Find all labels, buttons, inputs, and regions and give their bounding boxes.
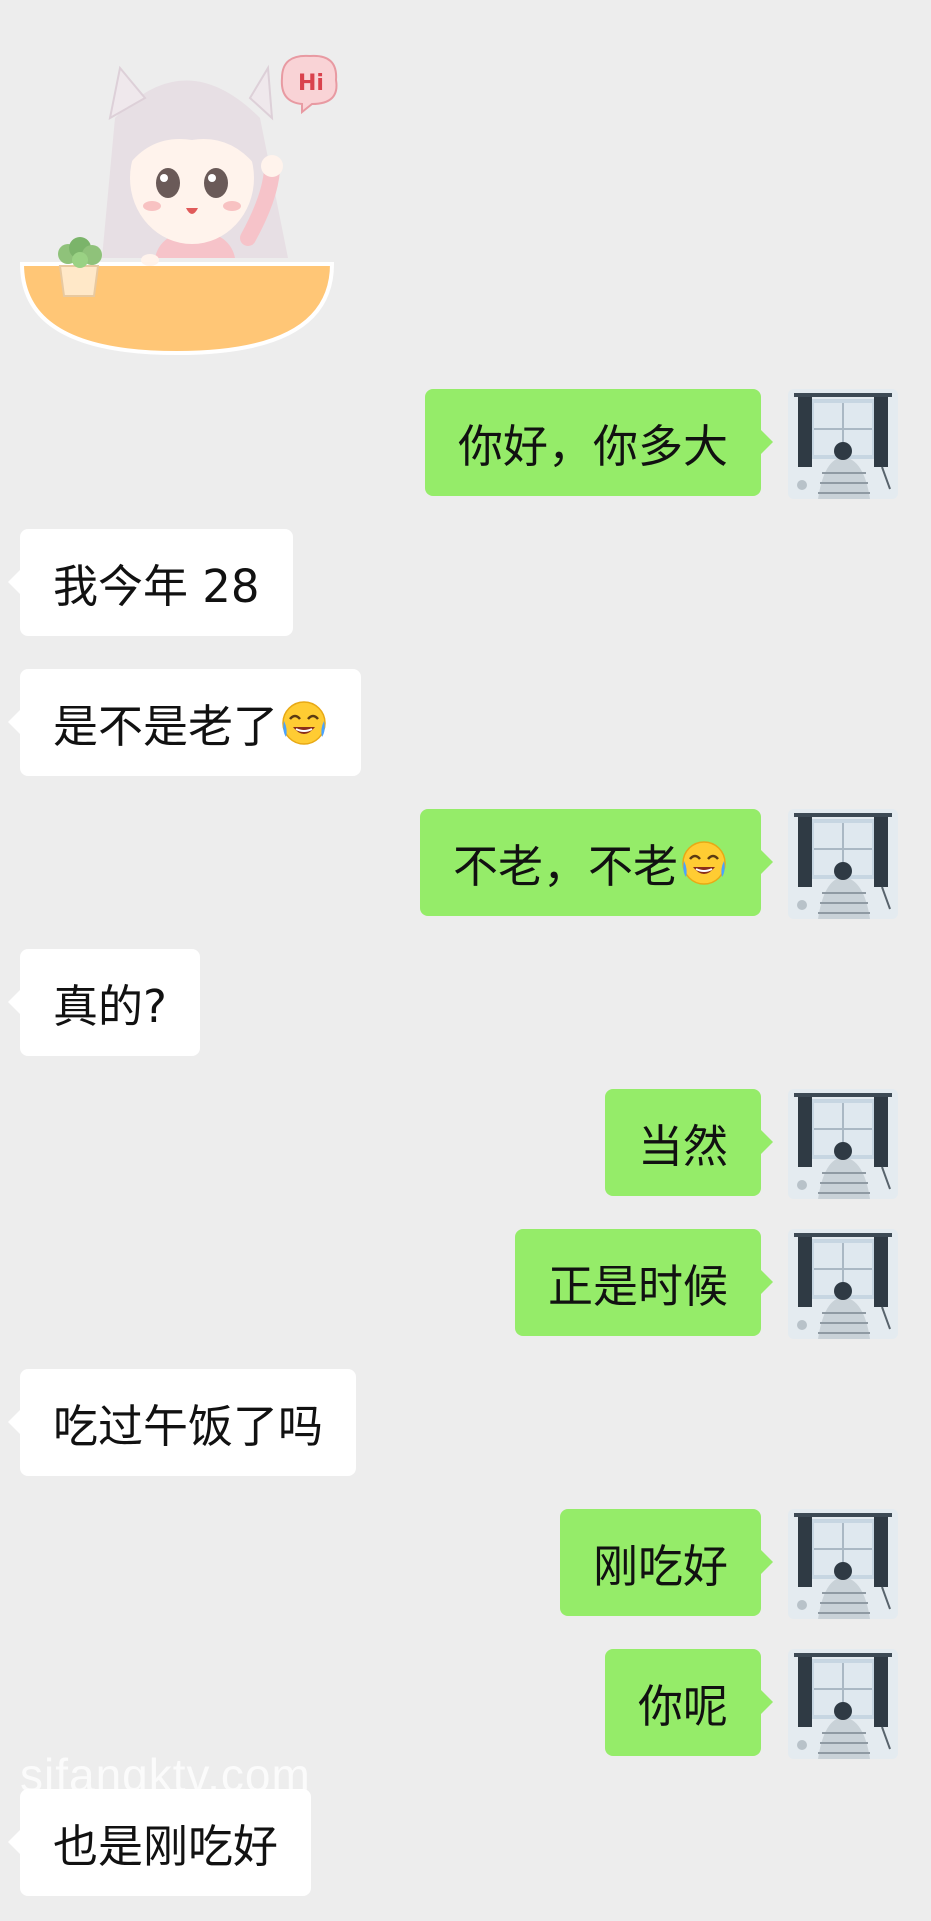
avatar[interactable] (788, 1229, 898, 1339)
message-text: 不老，不老 (452, 840, 678, 893)
message-row: 当然 (0, 1089, 931, 1199)
window-scene-avatar-icon (788, 1649, 898, 1759)
window-scene-avatar-icon (788, 1229, 898, 1339)
outgoing-message[interactable]: 刚吃好 (559, 1509, 774, 1616)
message-row: 真的? (0, 949, 931, 1059)
message-text: 也是刚吃好 (53, 1820, 279, 1873)
face-with-tears-of-joy-icon (282, 700, 326, 745)
avatar[interactable] (788, 1509, 898, 1619)
message-row: 是不是老了 (0, 669, 931, 779)
message-row: 刚吃好 (0, 1509, 931, 1619)
window-scene-avatar-icon (788, 1509, 898, 1619)
outgoing-message[interactable]: 你呢 (604, 1649, 774, 1756)
incoming-message[interactable]: 是不是老了 (7, 669, 362, 776)
message-text: 刚吃好 (592, 1540, 728, 1593)
incoming-message[interactable]: 真的? (8, 949, 200, 1056)
message-row: 你好，你多大 (0, 389, 931, 499)
chat-area[interactable]: Hi 你好，你多大 我今年 28 是不是老了 不老，不老 真的? 当然 正是时候… (0, 0, 931, 1921)
message-text: 你呢 (637, 1680, 728, 1733)
outgoing-message[interactable]: 不老，不老 (419, 809, 774, 916)
incoming-message[interactable]: 也是刚吃好 (7, 1789, 312, 1896)
outgoing-message[interactable]: 当然 (604, 1089, 774, 1196)
message-text: 真的? (53, 980, 167, 1033)
message-row: 也是刚吃好 (0, 1789, 931, 1899)
message-text: 正是时候 (547, 1260, 728, 1313)
svg-text:Hi: Hi (298, 71, 324, 96)
message-text: 当然 (637, 1120, 728, 1173)
window-scene-avatar-icon (788, 809, 898, 919)
message-text: 吃过午饭了吗 (53, 1400, 324, 1453)
message-text: 你好，你多大 (457, 420, 728, 473)
message-row: 不老，不老 (0, 809, 931, 919)
outgoing-message[interactable]: 你好，你多大 (424, 389, 774, 496)
message-row: 你呢 (0, 1649, 931, 1759)
avatar[interactable] (788, 1089, 898, 1199)
hi-sticker[interactable]: Hi (19, 48, 340, 358)
avatar[interactable] (788, 809, 898, 919)
incoming-message[interactable]: 我今年 28 (8, 529, 293, 636)
window-scene-avatar-icon (788, 1089, 898, 1199)
message-row: 我今年 28 (0, 529, 931, 639)
message-row: 吃过午饭了吗 (0, 1369, 931, 1479)
message-text: 是不是老了 (53, 700, 279, 753)
outgoing-message[interactable]: 正是时候 (514, 1229, 774, 1336)
message-text: 我今年 28 (53, 560, 260, 613)
avatar[interactable] (788, 389, 898, 499)
avatar[interactable] (788, 1649, 898, 1759)
window-scene-avatar-icon (788, 389, 898, 499)
cartoon-girl-sticker-icon: Hi (19, 54, 338, 356)
face-with-tears-of-joy-icon (682, 840, 726, 885)
incoming-message[interactable]: 吃过午饭了吗 (7, 1369, 357, 1476)
message-row: 正是时候 (0, 1229, 931, 1339)
